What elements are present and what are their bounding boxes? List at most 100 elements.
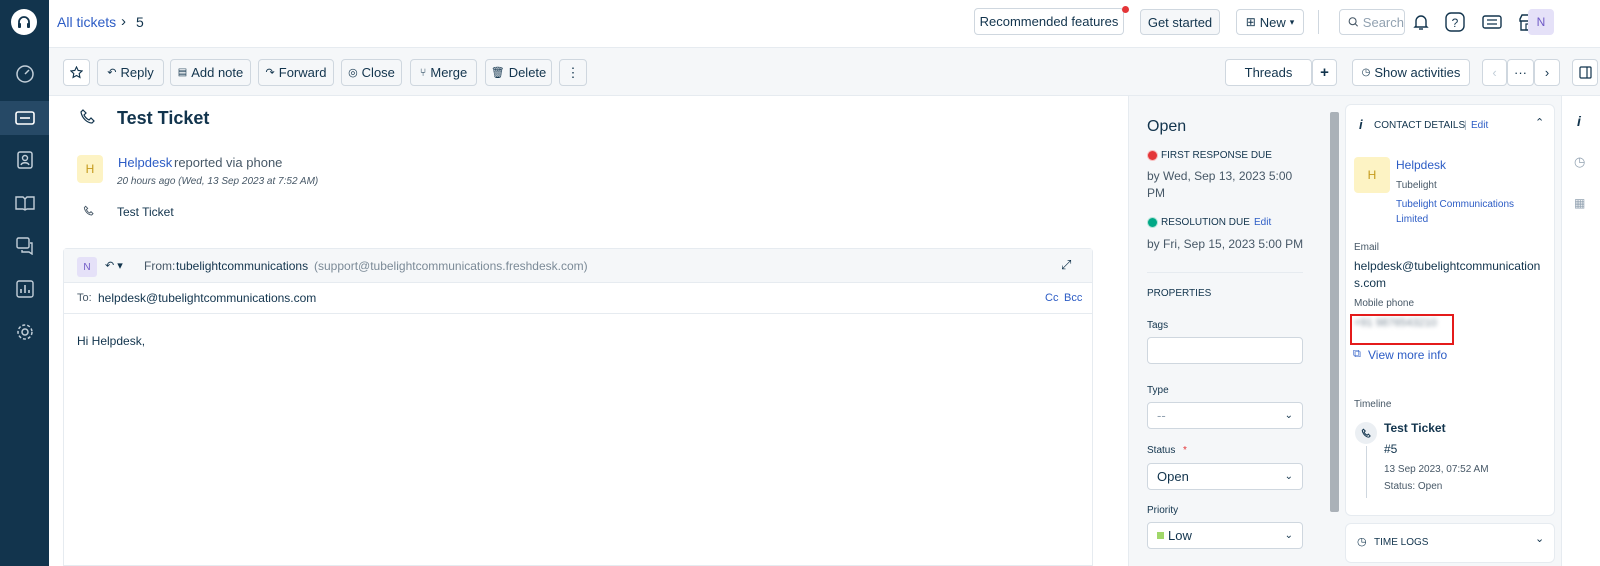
user-avatar[interactable]: N (1528, 9, 1554, 35)
rail-calendar-icon[interactable]: ▦ (1574, 196, 1585, 210)
cc-link[interactable]: Cc (1045, 292, 1058, 304)
tickets-icon[interactable] (0, 101, 49, 135)
help-icon[interactable]: ? (1444, 11, 1466, 33)
delete-label: Delete (508, 65, 547, 80)
ticket-list-menu-button[interactable]: ··· (1507, 59, 1534, 86)
check-circle-icon: ◎ (348, 67, 358, 79)
get-started-label: Get started (1147, 14, 1213, 30)
reply-type-dropdown[interactable]: ↶ ▾ (105, 259, 123, 272)
first-response-label: FIRST RESPONSE DUE (1161, 150, 1272, 161)
properties-scrollbar[interactable] (1327, 96, 1343, 566)
header-divider (1318, 10, 1319, 34)
contact-name-link[interactable]: Helpdesk (1396, 158, 1446, 172)
rail-timer-icon[interactable]: ◷ (1574, 154, 1585, 170)
more-vertical-icon: ⋮ (566, 64, 580, 80)
star-button[interactable] (63, 59, 90, 86)
requester-avatar: H (77, 155, 103, 183)
expand-chevron-icon[interactable]: ⌄ (1535, 532, 1544, 545)
mobile-phone-label: Mobile phone (1354, 298, 1415, 309)
expand-icon[interactable]: ⤢ (1061, 257, 1071, 273)
left-nav (0, 0, 49, 566)
timeline-phone-icon (1355, 422, 1377, 444)
settings-gear-icon[interactable] (0, 315, 49, 349)
forward-button[interactable]: ↷ Forward (258, 59, 334, 86)
recommended-features-button[interactable]: Recommended features (974, 8, 1124, 35)
view-more-info-link[interactable]: View more info (1368, 348, 1447, 362)
reports-icon[interactable] (0, 272, 49, 306)
from-name[interactable]: tubelightcommunications (176, 259, 308, 273)
collapse-chevron-icon[interactable]: ⌃ (1535, 116, 1544, 129)
email-label: Email (1354, 242, 1380, 253)
resolution-dot (1148, 218, 1157, 227)
phone-icon (79, 108, 97, 126)
ticket-title: Test Ticket (117, 108, 210, 128)
timeline-line (1366, 446, 1367, 498)
new-dropdown-button[interactable]: ⊞ New ▾ (1236, 9, 1304, 35)
priority-label: Priority (1147, 505, 1179, 516)
contact-edit-link[interactable]: Edit (1471, 120, 1488, 131)
more-actions-button[interactable]: ⋮ (559, 59, 587, 86)
timeline-ticket-title[interactable]: Test Ticket (1384, 421, 1446, 435)
get-started-button[interactable]: Get started (1140, 9, 1220, 35)
close-label: Close (361, 65, 395, 80)
reply-button[interactable]: ↶ Reply (97, 59, 164, 86)
toggle-sidebar-button[interactable] (1572, 59, 1598, 86)
show-activities-button[interactable]: ◷ Show activities (1352, 59, 1470, 86)
resolution-edit-link[interactable]: Edit (1254, 217, 1271, 228)
svg-text:?: ? (1452, 16, 1459, 30)
reply-to-row: To: helpdesk@tubelightcommunications.com… (64, 283, 1092, 314)
delete-button[interactable]: 🗑 Delete (485, 59, 552, 86)
right-icon-rail: i ◷ ▦ (1561, 96, 1600, 566)
reported-time: 20 hours ago (Wed, 13 Sep 2023 at 7:52 A… (117, 176, 319, 187)
dashboard-icon[interactable] (0, 57, 49, 91)
reply-label: Reply (120, 65, 154, 80)
timeline-date: 13 Sep 2023, 07:52 AM (1384, 464, 1489, 475)
tags-input[interactable] (1147, 337, 1303, 364)
threads-button[interactable]: Threads (1225, 59, 1312, 86)
status-select[interactable]: Open ⌄ (1147, 463, 1303, 490)
contact-company-line1[interactable]: Tubelight Communications (1396, 199, 1514, 210)
priority-select[interactable]: Low ⌄ (1147, 522, 1303, 549)
star-icon (70, 66, 83, 79)
timeline-status: Status: Open (1384, 481, 1443, 492)
ticket-properties-panel (1128, 96, 1327, 566)
add-thread-button[interactable]: + (1312, 59, 1337, 86)
forums-icon[interactable] (0, 229, 49, 263)
reply-body[interactable]: Hi Helpdesk, (77, 334, 145, 348)
forward-icon: ↷ (265, 67, 275, 79)
chevron-down-icon: ⌄ (1284, 410, 1293, 421)
knowledge-base-icon[interactable] (0, 186, 49, 220)
forward-label: Forward (278, 65, 327, 80)
ticket-toolbar: ↶ Reply ▤ Add note ↷ Forward ◎ Close ⑂ Merge … (49, 48, 1600, 96)
to-email-field[interactable]: helpdesk@tubelightcommunications.com (98, 291, 316, 305)
next-ticket-button[interactable]: › (1534, 59, 1560, 86)
status-value: Open (1157, 469, 1189, 484)
type-select[interactable]: -- ⌄ (1147, 402, 1303, 429)
scrollbar-thumb[interactable] (1330, 112, 1339, 512)
chevron-down-icon: ▾ (1289, 16, 1295, 27)
email-value-line1: helpdesk@tubelightcommunication (1354, 259, 1541, 273)
bell-icon[interactable] (1411, 12, 1431, 32)
app-logo[interactable] (11, 9, 37, 35)
marketplace-apps-icon[interactable] (1480, 11, 1504, 33)
add-note-button[interactable]: ▤ Add note (170, 59, 251, 86)
contact-company-line2[interactable]: Limited (1396, 214, 1428, 225)
close-ticket-button[interactable]: ◎ Close (341, 59, 402, 86)
external-link-icon: ⧉ (1353, 348, 1361, 360)
email-value-line2: s.com (1354, 276, 1387, 290)
agent-avatar: N (77, 257, 97, 277)
chevron-down-icon: ⌄ (1284, 530, 1293, 541)
time-logs-header: TIME LOGS (1374, 537, 1429, 548)
rail-info-icon[interactable]: i (1577, 113, 1581, 129)
search-input[interactable]: Search (1339, 9, 1405, 35)
breadcrumb-all-tickets[interactable]: All tickets (57, 14, 116, 30)
prev-ticket-button[interactable]: ‹ (1482, 59, 1507, 86)
phone-small-icon (83, 205, 95, 217)
requester-name-link[interactable]: Helpdesk (118, 155, 172, 170)
bcc-link[interactable]: Bcc (1064, 292, 1082, 304)
add-note-label: Add note (191, 65, 244, 80)
merge-button[interactable]: ⑂ Merge (410, 59, 477, 86)
reply-icon: ↶ (107, 67, 117, 79)
contacts-icon[interactable] (0, 143, 49, 177)
priority-color-swatch (1157, 532, 1164, 539)
